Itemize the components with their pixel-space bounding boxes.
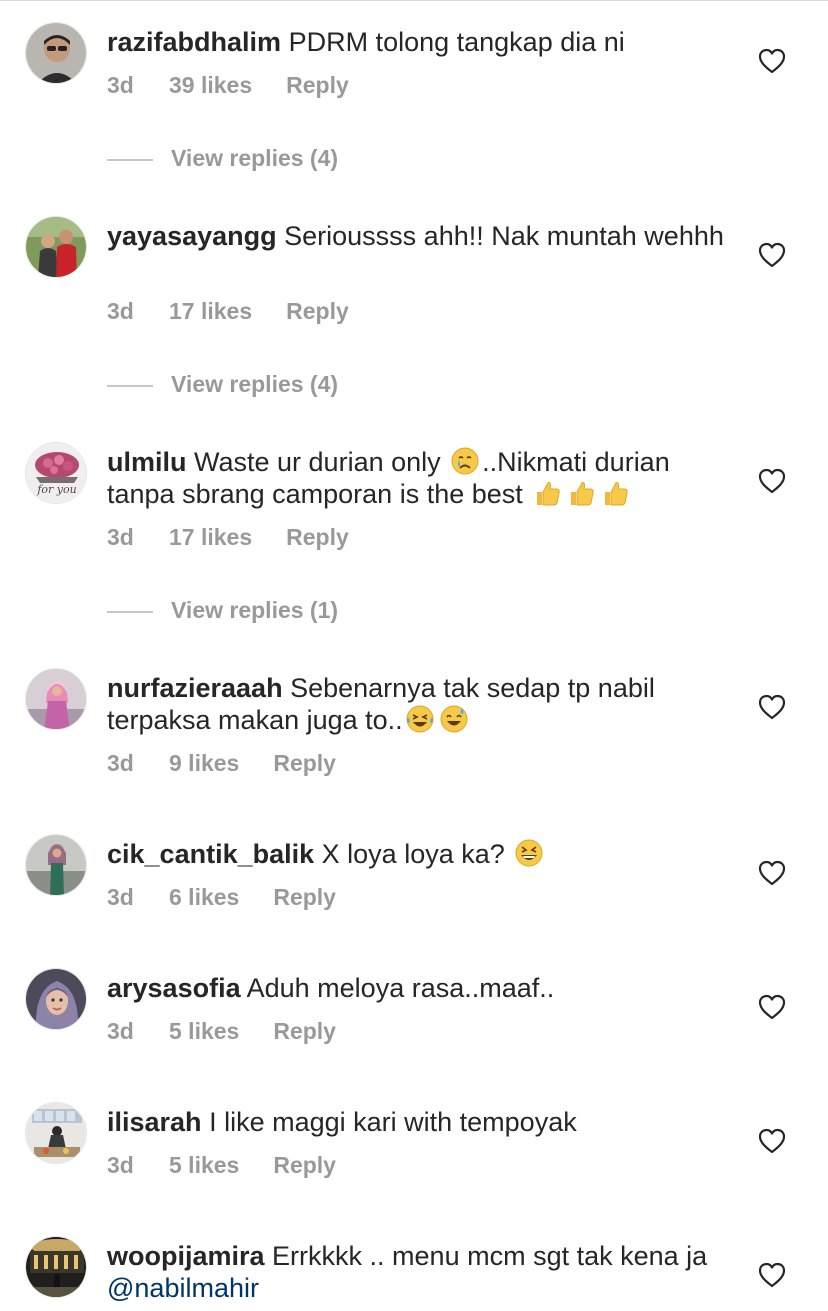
comment-meta: 3d 5 likes Reply bbox=[107, 1152, 336, 1179]
top-divider bbox=[0, 0, 828, 1]
comment-body: Serioussss ahh!! Nak muntah wehhh bbox=[284, 221, 724, 251]
comment-text: arysasofia Aduh meloya rasa..maaf.. bbox=[107, 972, 727, 1004]
comment-time: 3d bbox=[107, 1018, 134, 1044]
reply-button[interactable]: Reply bbox=[273, 1018, 336, 1045]
comment-likes[interactable]: 17 likes bbox=[169, 524, 252, 551]
crying-face-emoji-icon bbox=[451, 447, 479, 475]
comment-username[interactable]: cik_cantik_balik bbox=[107, 839, 314, 869]
comment-text: yayasayangg Serioussss ahh!! Nak muntah … bbox=[107, 220, 727, 252]
avatar[interactable] bbox=[25, 1236, 87, 1298]
view-replies-button[interactable]: View replies (4) bbox=[107, 371, 338, 398]
comment-text: cik_cantik_balik X loya loya ka? bbox=[107, 838, 727, 870]
thumbs-up-emoji-icon bbox=[605, 481, 629, 506]
comment-meta: 3d 17 likes Reply bbox=[107, 298, 349, 325]
reply-button[interactable]: Reply bbox=[286, 72, 349, 99]
comment-time: 3d bbox=[107, 884, 134, 910]
comment-body: X loya loya ka? bbox=[321, 839, 505, 869]
thumbs-up-emoji-icon bbox=[537, 481, 561, 506]
comment-meta: 3d 39 likes Reply bbox=[107, 72, 349, 99]
view-replies-label: View replies (4) bbox=[171, 371, 339, 397]
view-replies-label: View replies (1) bbox=[171, 597, 339, 623]
view-replies-line bbox=[107, 610, 153, 613]
avatar[interactable] bbox=[25, 216, 87, 278]
comment-text: woopijamira Errkkkk .. menu mcm sgt tak … bbox=[107, 1240, 727, 1304]
reply-button[interactable]: Reply bbox=[273, 750, 336, 777]
comment-likes[interactable]: 17 likes bbox=[169, 298, 252, 325]
avatar[interactable] bbox=[25, 668, 87, 730]
avatar[interactable] bbox=[25, 968, 87, 1030]
view-replies-line bbox=[107, 158, 153, 161]
comment-meta: 3d 9 likes Reply bbox=[107, 750, 336, 777]
comment-body: I like maggi kari with tempoyak bbox=[209, 1107, 577, 1137]
comment-body: Aduh meloya rasa..maaf.. bbox=[246, 973, 555, 1003]
thumbs-up-emoji-icon bbox=[571, 481, 595, 506]
heart-icon[interactable] bbox=[758, 1128, 786, 1154]
avatar[interactable] bbox=[25, 1102, 87, 1164]
comment-body: Errkkkk .. menu mcm sgt tak kena ja bbox=[272, 1241, 708, 1271]
comment-likes[interactable]: 39 likes bbox=[169, 72, 252, 99]
view-replies-button[interactable]: View replies (1) bbox=[107, 597, 338, 624]
heart-icon[interactable] bbox=[758, 694, 786, 720]
comment-likes[interactable]: 5 likes bbox=[169, 1018, 239, 1045]
comment-text: ulmilu Waste ur durian only ..Nikmati du… bbox=[107, 446, 727, 510]
comment-username[interactable]: woopijamira bbox=[107, 1241, 265, 1271]
avatar[interactable] bbox=[25, 22, 87, 84]
sweat-smile-emoji-icon bbox=[440, 705, 468, 733]
heart-icon[interactable] bbox=[758, 1262, 786, 1288]
avatar[interactable] bbox=[25, 834, 87, 896]
comment-meta: 3d 6 likes Reply bbox=[107, 884, 336, 911]
view-replies-button[interactable]: View replies (4) bbox=[107, 145, 338, 172]
comment-time: 3d bbox=[107, 298, 134, 324]
comment-text: razifabdhalim PDRM tolong tangkap dia ni bbox=[107, 26, 727, 58]
reply-button[interactable]: Reply bbox=[286, 298, 349, 325]
comment-time: 3d bbox=[107, 524, 134, 550]
comment-likes[interactable]: 6 likes bbox=[169, 884, 239, 911]
laughing-tears-emoji-icon bbox=[406, 705, 434, 733]
comment-username[interactable]: arysasofia bbox=[107, 973, 241, 1003]
comment-username[interactable]: ilisarah bbox=[107, 1107, 202, 1137]
view-replies-line bbox=[107, 384, 153, 387]
comment-meta: 3d 17 likes Reply bbox=[107, 524, 349, 551]
reply-button[interactable]: Reply bbox=[273, 1152, 336, 1179]
comment-text: ilisarah I like maggi kari with tempoyak bbox=[107, 1106, 727, 1138]
grinning-squint-emoji-icon bbox=[515, 839, 543, 867]
comment-username[interactable]: razifabdhalim bbox=[107, 27, 281, 57]
comment-body: PDRM tolong tangkap dia ni bbox=[288, 27, 625, 57]
comment-text: nurfazieraaah Sebenarnya tak sedap tp na… bbox=[107, 672, 727, 736]
comment-username[interactable]: ulmilu bbox=[107, 447, 187, 477]
reply-button[interactable]: Reply bbox=[286, 524, 349, 551]
heart-icon[interactable] bbox=[758, 468, 786, 494]
comment-username[interactable]: yayasayangg bbox=[107, 221, 277, 251]
comment-time: 3d bbox=[107, 750, 134, 776]
comment-time: 3d bbox=[107, 72, 134, 98]
heart-icon[interactable] bbox=[758, 242, 786, 268]
comment-username[interactable]: nurfazieraaah bbox=[107, 673, 283, 703]
reply-button[interactable]: Reply bbox=[273, 884, 336, 911]
view-replies-label: View replies (4) bbox=[171, 145, 339, 171]
comment-likes[interactable]: 5 likes bbox=[169, 1152, 239, 1179]
comment-body: Waste ur durian only bbox=[194, 447, 441, 477]
comment-meta: 3d 5 likes Reply bbox=[107, 1018, 336, 1045]
comment-time: 3d bbox=[107, 1152, 134, 1178]
mention-link[interactable]: @nabilmahir bbox=[107, 1273, 259, 1303]
comment-likes[interactable]: 9 likes bbox=[169, 750, 239, 777]
avatar[interactable]: for you bbox=[25, 442, 87, 504]
svg-text:for you: for you bbox=[36, 483, 76, 496]
heart-icon[interactable] bbox=[758, 994, 786, 1020]
heart-icon[interactable] bbox=[758, 48, 786, 74]
heart-icon[interactable] bbox=[758, 860, 786, 886]
